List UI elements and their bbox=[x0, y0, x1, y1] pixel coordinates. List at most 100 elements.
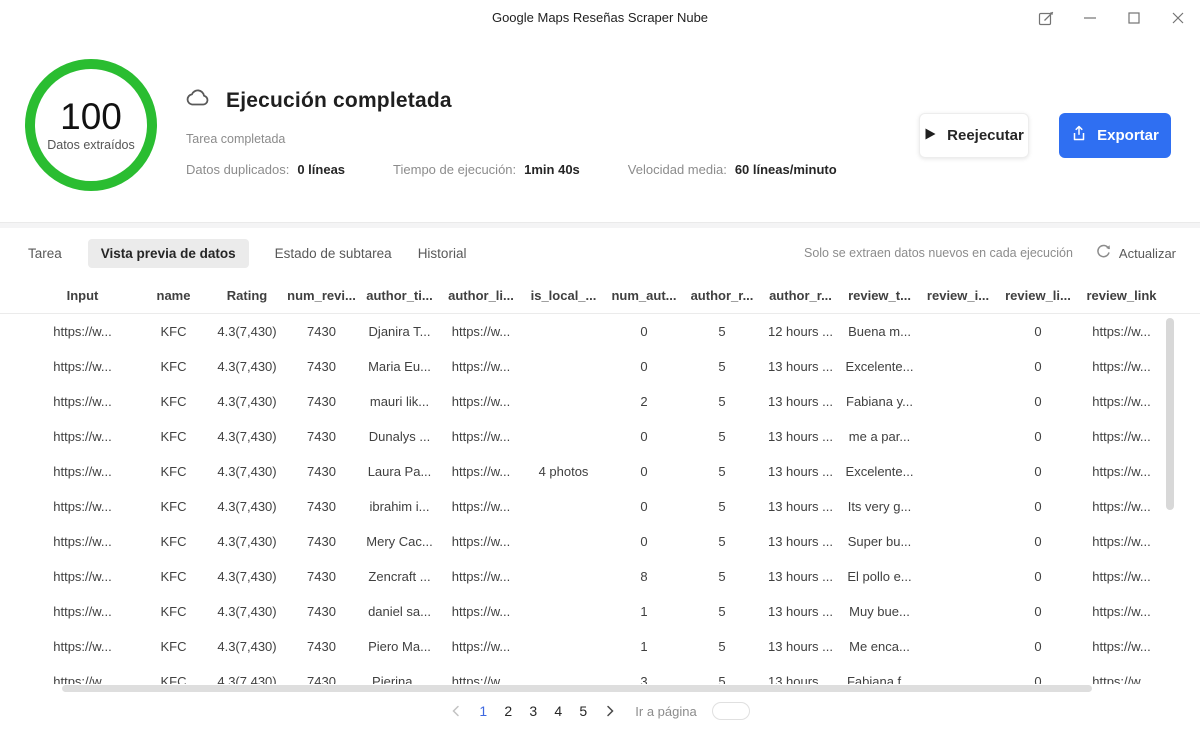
table-row[interactable]: https://w...KFC4.3(7,430)7430Dunalys ...… bbox=[0, 419, 1200, 454]
table-cell: 5 bbox=[683, 359, 761, 374]
extracted-count: 100 bbox=[60, 98, 122, 137]
page-3[interactable]: 3 bbox=[527, 703, 539, 719]
table-cell: 13 hours ... bbox=[761, 359, 840, 374]
table-body: https://w...KFC4.3(7,430)7430Djanira T..… bbox=[0, 314, 1200, 684]
table-cell: 4.3(7,430) bbox=[210, 324, 284, 339]
table-cell: 5 bbox=[683, 394, 761, 409]
table-cell: 4.3(7,430) bbox=[210, 569, 284, 584]
page-2[interactable]: 2 bbox=[502, 703, 514, 719]
table-row[interactable]: https://w...KFC4.3(7,430)7430Piero Ma...… bbox=[0, 629, 1200, 664]
minimize-icon[interactable] bbox=[1082, 10, 1098, 26]
table-cell: Laura Pa... bbox=[359, 464, 440, 479]
table-cell: https://w... bbox=[28, 499, 137, 514]
export-button[interactable]: Exportar bbox=[1059, 113, 1171, 158]
table-row[interactable]: https://w... KFC4.3(7,430)7430Laura Pa...… bbox=[0, 454, 1200, 489]
table-cell: 7430 bbox=[284, 464, 359, 479]
table-row[interactable]: https://w...KFC4.3(7,430)7430Pierina ...… bbox=[0, 664, 1200, 684]
column-header[interactable]: review_li... bbox=[997, 288, 1079, 303]
table-cell: Fabiana f... bbox=[840, 674, 919, 684]
table-cell: 4.3(7,430) bbox=[210, 464, 284, 479]
table-cell: 0 bbox=[997, 604, 1079, 619]
column-header[interactable]: review_i... bbox=[919, 288, 997, 303]
column-header[interactable]: Rating bbox=[210, 288, 284, 303]
column-header[interactable]: author_r... bbox=[761, 288, 840, 303]
table-cell: Maria Eu... bbox=[359, 359, 440, 374]
table-cell: 7430 bbox=[284, 569, 359, 584]
table-cell: https://w... bbox=[1079, 464, 1164, 479]
stat-value: 0 líneas bbox=[297, 162, 345, 177]
stat-item: Datos duplicados:0 líneas bbox=[186, 162, 345, 177]
refresh-button-label: Actualizar bbox=[1119, 246, 1176, 261]
table-cell: https://w... bbox=[28, 429, 137, 444]
table-cell: 4.3(7,430) bbox=[210, 674, 284, 684]
table-cell: 7430 bbox=[284, 674, 359, 684]
tab-estado-de-subtarea[interactable]: Estado de subtarea bbox=[275, 246, 392, 261]
table-cell: https://w... bbox=[440, 639, 522, 654]
run-status-title: Ejecución completada bbox=[226, 89, 452, 113]
cloud-icon bbox=[185, 88, 212, 114]
goto-page-input[interactable] bbox=[712, 702, 750, 720]
table-cell: 0 bbox=[605, 359, 683, 374]
table-cell: KFC bbox=[137, 394, 210, 409]
prev-page-icon[interactable] bbox=[450, 705, 462, 717]
page-5[interactable]: 5 bbox=[577, 703, 589, 719]
table-cell: 0 bbox=[605, 499, 683, 514]
table-cell: 4.3(7,430) bbox=[210, 429, 284, 444]
goto-page-label: Ir a página bbox=[635, 704, 696, 719]
table-row[interactable]: https://w...KFC4.3(7,430)7430daniel sa..… bbox=[0, 594, 1200, 629]
table-cell: 5 bbox=[683, 464, 761, 479]
column-header[interactable]: num_revi... bbox=[284, 288, 359, 303]
column-header[interactable]: author_r... bbox=[683, 288, 761, 303]
table-cell: KFC bbox=[137, 464, 210, 479]
column-header[interactable]: name bbox=[137, 288, 210, 303]
tab-tarea[interactable]: Tarea bbox=[28, 246, 62, 261]
table-cell: https://w... bbox=[440, 604, 522, 619]
table-cell: mauri lik... bbox=[359, 394, 440, 409]
table-cell: 7430 bbox=[284, 394, 359, 409]
table-row[interactable]: https://w...KFC4.3(7,430)7430Zencraft ..… bbox=[0, 559, 1200, 594]
next-page-icon[interactable] bbox=[604, 705, 616, 717]
column-header[interactable]: num_aut... bbox=[605, 288, 683, 303]
table-cell: https://w... bbox=[28, 394, 137, 409]
column-header[interactable]: review_t... bbox=[840, 288, 919, 303]
page-4[interactable]: 4 bbox=[552, 703, 564, 719]
close-icon[interactable] bbox=[1170, 10, 1186, 26]
table-cell: 4.3(7,430) bbox=[210, 359, 284, 374]
table-cell: 7430 bbox=[284, 359, 359, 374]
column-header[interactable]: author_li... bbox=[440, 288, 522, 303]
table-cell: https://w... bbox=[1079, 324, 1164, 339]
refresh-button[interactable]: Actualizar bbox=[1096, 244, 1176, 262]
column-header[interactable]: is_local_... bbox=[522, 288, 605, 303]
tab-historial[interactable]: Historial bbox=[418, 246, 467, 261]
table-cell: https://w... bbox=[1079, 429, 1164, 444]
table-cell: https://w... bbox=[440, 569, 522, 584]
table-cell: 0 bbox=[605, 324, 683, 339]
column-header[interactable]: author_ti... bbox=[359, 288, 440, 303]
table-row[interactable]: https://w...KFC4.3(7,430)7430Mery Cac...… bbox=[0, 524, 1200, 559]
stat-value: 1min 40s bbox=[524, 162, 580, 177]
page-1[interactable]: 1 bbox=[477, 703, 489, 719]
refresh-icon bbox=[1096, 244, 1111, 262]
export-button-label: Exportar bbox=[1097, 127, 1159, 144]
table-cell: 5 bbox=[683, 604, 761, 619]
maximize-icon[interactable] bbox=[1126, 10, 1142, 26]
table-row[interactable]: https://w...KFC4.3(7,430)7430mauri lik..… bbox=[0, 384, 1200, 419]
table-header-row: InputnameRatingnum_revi...author_ti...au… bbox=[0, 278, 1200, 314]
tab-vista-previa-de-datos[interactable]: Vista previa de datos bbox=[88, 239, 249, 268]
horizontal-scrollbar[interactable] bbox=[62, 685, 1092, 692]
titlebar: Google Maps Reseñas Scraper Nube bbox=[0, 0, 1200, 36]
table-row[interactable]: https://w...KFC4.3(7,430)7430ibrahim i..… bbox=[0, 489, 1200, 524]
summary-section: 100 Datos extraídos Ejecución completada… bbox=[0, 36, 1200, 222]
table-cell: 13 hours ... bbox=[761, 674, 840, 684]
table-cell: https://w... bbox=[28, 569, 137, 584]
column-header[interactable]: review_link bbox=[1079, 288, 1164, 303]
edit-icon[interactable] bbox=[1038, 10, 1054, 26]
table-cell: El pollo e... bbox=[840, 569, 919, 584]
table-row[interactable]: https://w...KFC4.3(7,430)7430Djanira T..… bbox=[0, 314, 1200, 349]
table-cell: 7430 bbox=[284, 604, 359, 619]
vertical-scrollbar[interactable] bbox=[1166, 318, 1174, 510]
column-header[interactable]: Input bbox=[28, 288, 137, 303]
rerun-button[interactable]: Reejecutar bbox=[919, 113, 1029, 158]
table-cell: 7430 bbox=[284, 534, 359, 549]
table-row[interactable]: https://w...KFC4.3(7,430)7430Maria Eu...… bbox=[0, 349, 1200, 384]
